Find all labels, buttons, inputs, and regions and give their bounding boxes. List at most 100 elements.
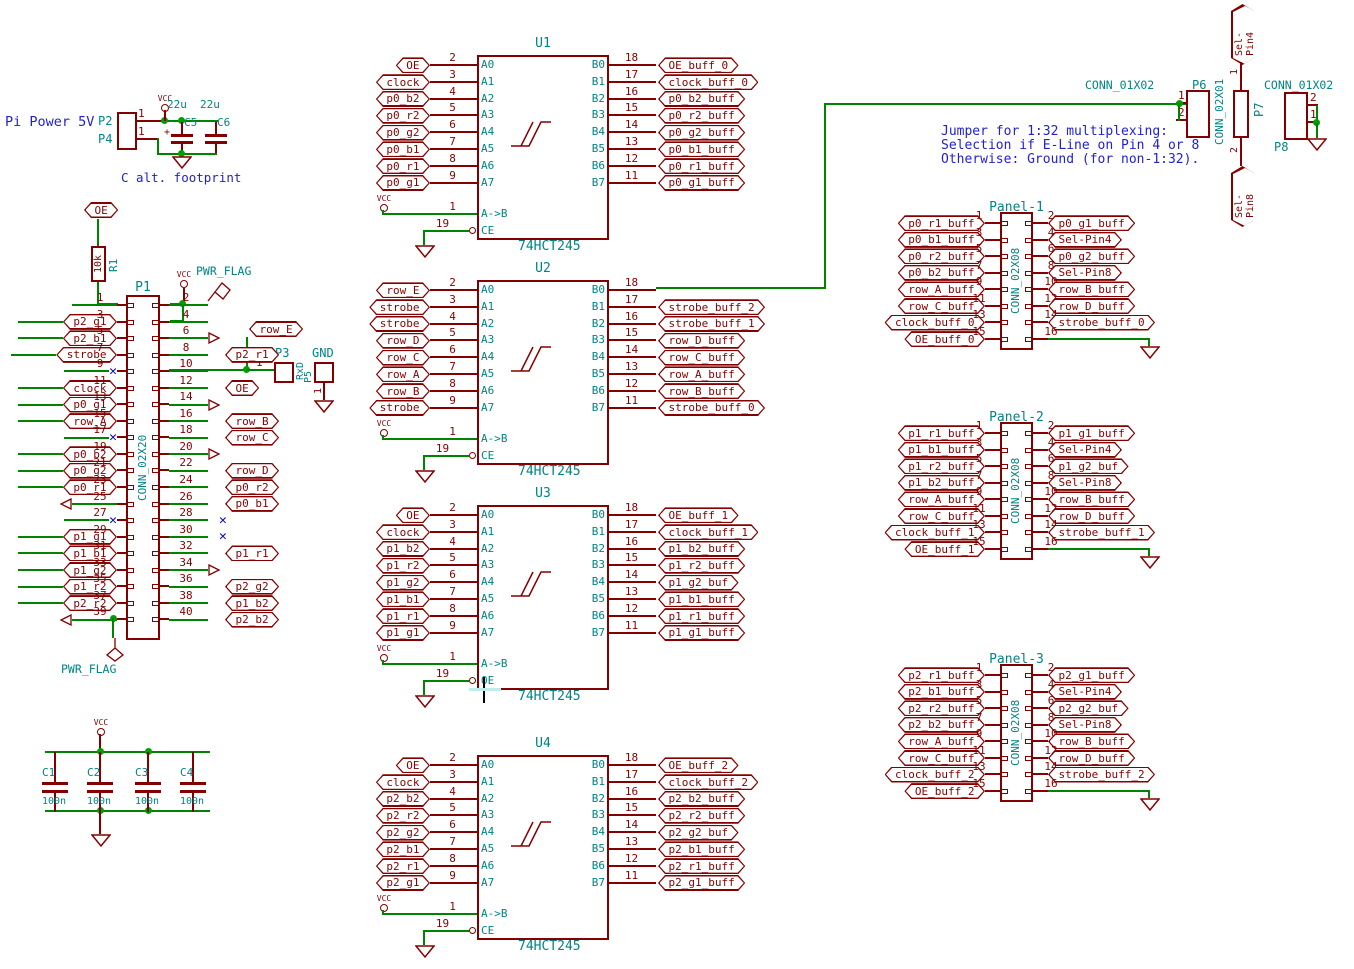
output-net[interactable]: p0_b2_buff (658, 91, 745, 108)
output-net[interactable]: p2_b1_buff (658, 841, 745, 858)
net-label[interactable]: p2_g2_buf (658, 825, 739, 841)
input-net[interactable]: p2_g2 (376, 824, 430, 841)
input-net[interactable]: p2_b2 (376, 791, 430, 808)
output-net[interactable]: row_B_buff (658, 383, 745, 400)
input-net[interactable]: row_A (376, 366, 430, 383)
net-label[interactable]: row_B (225, 413, 279, 429)
output-net[interactable]: p2_r2_buff (658, 807, 745, 824)
input-net[interactable]: p1_b1 (376, 591, 430, 608)
right-pin-net[interactable]: ✕ p2_b2 (169, 611, 279, 628)
output-net[interactable]: p1_g2_buf (658, 574, 739, 591)
net-label[interactable]: clock (376, 524, 430, 540)
input-net[interactable]: p2_g1 (376, 875, 430, 892)
net-label[interactable]: p1_g2 (376, 575, 430, 591)
net-label[interactable]: row_B_buff (658, 383, 745, 399)
output-net[interactable]: p2_b2_buff (658, 791, 745, 808)
output-net[interactable]: p2_r1_buff (658, 858, 745, 875)
net-label[interactable]: row_A (376, 366, 430, 382)
input-net[interactable]: row_B (376, 383, 430, 400)
output-net[interactable]: p1_r1_buff (658, 608, 745, 625)
net-label[interactable]: p1_g1_buff (658, 625, 745, 641)
input-net[interactable]: clock (376, 524, 430, 541)
input-net[interactable]: p2_r2 (376, 807, 430, 824)
net-label[interactable]: row_C (376, 350, 430, 366)
net-label[interactable]: p1_b2 (376, 541, 430, 557)
net-label[interactable]: OE (396, 57, 430, 73)
output-net[interactable]: p1_b2_buff (658, 541, 745, 558)
net-label[interactable]: p1_r1 (376, 608, 430, 624)
input-net[interactable]: OE (396, 757, 430, 774)
input-net[interactable]: p1_g1 (376, 625, 430, 642)
output-net[interactable]: p1_g1_buff (658, 625, 745, 642)
net-label[interactable]: p0_r1_buff (658, 158, 745, 174)
input-net[interactable]: OE (396, 57, 430, 74)
output-net[interactable]: p0_g2_buff (658, 124, 745, 141)
net-label[interactable]: p2_b1 (376, 841, 430, 857)
output-net[interactable]: p0_r2_buff (658, 107, 745, 124)
net-label[interactable]: OE (396, 507, 430, 523)
net-label[interactable]: p1_g1 (376, 625, 430, 641)
net-label[interactable]: p1_r2 (376, 558, 430, 574)
input-net[interactable]: p2_r1 (376, 858, 430, 875)
net-label[interactable]: row_B (376, 383, 430, 399)
input-net[interactable]: p1_r2 (376, 557, 430, 574)
net-label[interactable]: strobe (369, 316, 430, 332)
output-net[interactable]: clock_buff_2 (658, 774, 758, 791)
net-label[interactable]: row_A_buff (658, 366, 745, 382)
net-label[interactable]: OE_buff_2 (658, 757, 739, 773)
output-net[interactable]: OE_buff_0 (658, 57, 739, 74)
input-net[interactable]: p0_g1 (376, 175, 430, 192)
net-label[interactable]: p1_b2 (225, 595, 279, 611)
connector-p7-body[interactable] (1233, 90, 1249, 138)
input-net[interactable]: clock (376, 774, 430, 791)
output-net[interactable]: OE_buff_2 (658, 757, 739, 774)
net-label[interactable]: row_C (225, 430, 279, 446)
net-label[interactable]: p2_g1 (376, 875, 430, 891)
net-label[interactable]: p0_b2_buff (658, 91, 745, 107)
net-label[interactable]: p0_g2_buff (658, 125, 745, 141)
output-net[interactable]: OE_buff_1 (658, 507, 739, 524)
net-label-oe[interactable]: OE (84, 202, 118, 218)
net-label[interactable]: p0_b1_buff (658, 141, 745, 157)
net-label[interactable]: clock_buff_2 (658, 774, 758, 790)
connector-p8-body[interactable] (1284, 92, 1308, 140)
input-net[interactable]: row_C (376, 349, 430, 366)
net-label[interactable]: p0_r1 (376, 158, 430, 174)
output-net[interactable]: row_A_buff (658, 366, 745, 383)
net-label[interactable]: OE_buff_1 (658, 507, 739, 523)
input-net[interactable]: p2_b1 (376, 841, 430, 858)
net-label[interactable]: p1_r1_buff (658, 608, 745, 624)
net-label[interactable]: p0_g1_buff (658, 175, 745, 191)
output-net[interactable]: clock_buff_0 (658, 74, 758, 91)
net-label[interactable]: p2_r2 (376, 808, 430, 824)
net-label[interactable]: row_E (376, 282, 430, 298)
input-net[interactable]: clock (376, 74, 430, 91)
net-label[interactable]: clock (376, 74, 430, 90)
net-label[interactable]: strobe (369, 299, 430, 315)
output-net[interactable]: p0_r1_buff (658, 158, 745, 175)
input-net[interactable]: p0_g2 (376, 124, 430, 141)
connector-p2p4-body[interactable] (117, 112, 137, 150)
output-net[interactable]: row_C_buff (658, 349, 745, 366)
net-label[interactable]: p0_b1 (225, 496, 279, 512)
output-net[interactable]: clock_buff_1 (658, 524, 758, 541)
net-label[interactable]: row_D_buff (658, 333, 745, 349)
net-label[interactable]: OE (225, 380, 259, 396)
net-label[interactable]: p2_r1 (225, 347, 279, 363)
input-net[interactable]: p1_b2 (376, 541, 430, 558)
net-label[interactable]: row_D (376, 333, 430, 349)
input-net[interactable]: strobe (369, 299, 430, 316)
output-net[interactable]: row_D_buff (658, 332, 745, 349)
net-label[interactable]: p2_b2_buff (658, 791, 745, 807)
input-net[interactable]: row_E (376, 282, 430, 299)
input-net[interactable]: OE (396, 507, 430, 524)
output-net[interactable]: strobe_buff_0 (658, 400, 765, 417)
net-label[interactable]: p0_g1 (376, 175, 430, 191)
net-label[interactable]: strobe_buff_2 (658, 299, 765, 315)
net-label[interactable]: strobe_buff_0 (658, 400, 765, 416)
net-label[interactable]: p1_g2_buf (658, 575, 739, 591)
connector-p5-body[interactable] (314, 362, 334, 383)
input-net[interactable]: p0_b1 (376, 141, 430, 158)
input-net[interactable]: p0_r2 (376, 107, 430, 124)
net-label[interactable]: p2_r1 (376, 858, 430, 874)
